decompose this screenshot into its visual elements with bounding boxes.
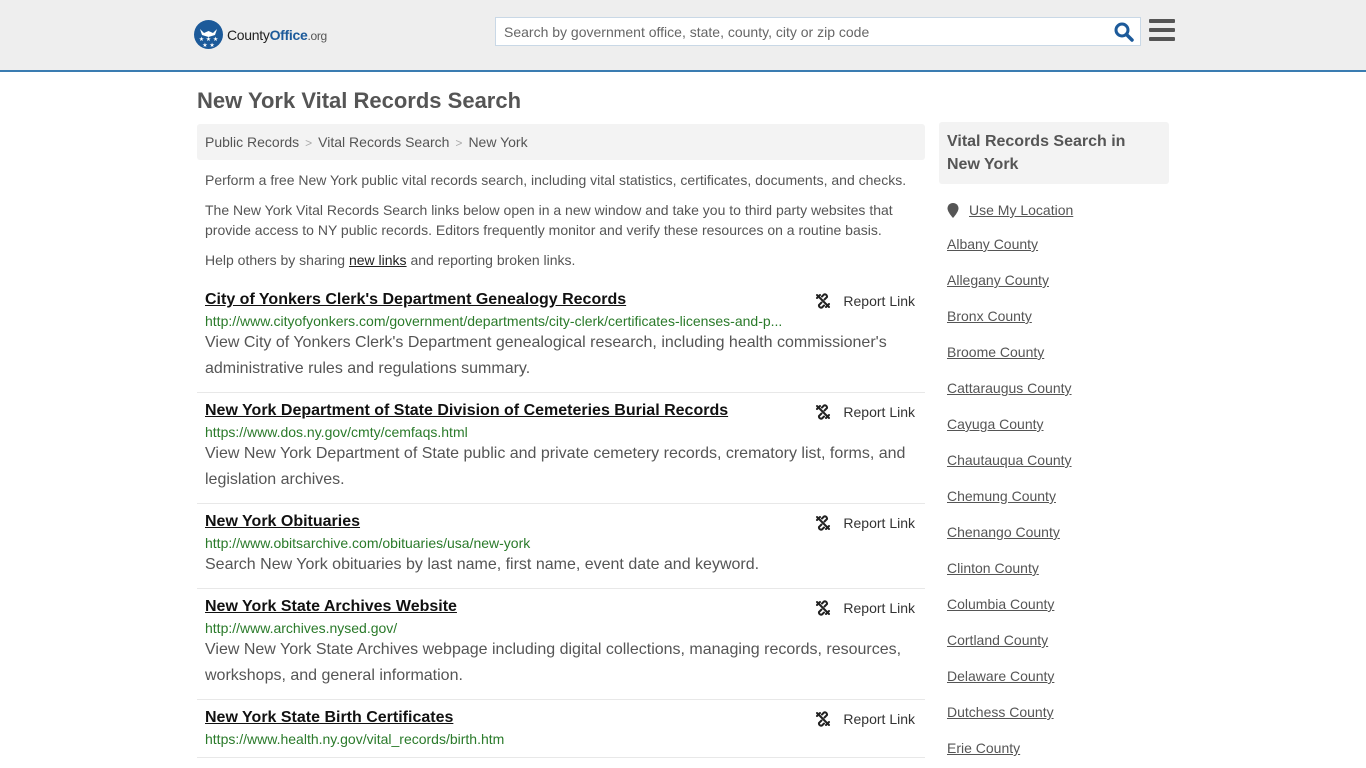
broken-link-icon xyxy=(816,515,831,531)
county-list-item: Albany County xyxy=(947,226,1169,262)
result-title-link[interactable]: New York State Archives Website xyxy=(205,598,457,616)
sidebar: Vital Records Search in New York Use My … xyxy=(939,122,1169,766)
broken-link-icon xyxy=(816,600,831,616)
result-title-link[interactable]: New York State Birth Certificates xyxy=(205,709,453,727)
report-link-button[interactable]: Report Link xyxy=(815,293,915,309)
result-url: http://www.cityofyonkers.com/government/… xyxy=(205,313,783,329)
svg-text:★ ★ ★: ★ ★ ★ xyxy=(199,36,218,43)
results-list: City of Yonkers Clerk's Department Genea… xyxy=(197,282,925,758)
result-item: New York Department of State Division of… xyxy=(197,393,925,504)
site-header: ★ ★ ★ ★ ★ CountyOffice.org xyxy=(0,0,1366,72)
report-link-button[interactable]: Report Link xyxy=(815,404,915,420)
result-description: View New York Department of State public… xyxy=(205,445,906,488)
county-link[interactable]: Albany County xyxy=(947,236,1038,252)
county-link[interactable]: Broome County xyxy=(947,344,1044,360)
county-link[interactable]: Cattaraugus County xyxy=(947,380,1072,396)
county-list-item: Cattaraugus County xyxy=(947,370,1169,406)
result-description: Search New York obituaries by last name,… xyxy=(205,556,760,573)
broken-link-icon xyxy=(816,404,831,420)
breadcrumb-separator-icon: > xyxy=(305,136,313,150)
county-list-item: Cortland County xyxy=(947,622,1169,658)
county-link[interactable]: Delaware County xyxy=(947,668,1054,684)
county-link[interactable]: Chemung County xyxy=(947,488,1056,504)
county-list-item: Delaware County xyxy=(947,658,1169,694)
breadcrumb-separator-icon: > xyxy=(455,136,463,150)
result-item: City of Yonkers Clerk's Department Genea… xyxy=(197,282,925,393)
result-item: New York State Birth Certificates Report … xyxy=(197,700,925,758)
use-my-location-link[interactable]: Use My Location xyxy=(969,202,1073,218)
result-description: View New York State Archives webpage inc… xyxy=(205,641,902,684)
logo-text: CountyOffice.org xyxy=(227,26,327,43)
intro-paragraph-3: Help others by sharing new links and rep… xyxy=(205,252,576,268)
report-link-button[interactable]: Report Link xyxy=(815,711,915,727)
county-link[interactable]: Chenango County xyxy=(947,524,1060,540)
svg-text:★ ★: ★ ★ xyxy=(202,42,214,49)
intro-paragraph-1: Perform a free New York public vital rec… xyxy=(205,172,907,188)
report-link-button[interactable]: Report Link xyxy=(815,515,915,531)
use-location: Use My Location xyxy=(939,202,1169,218)
county-link[interactable]: Chautauqua County xyxy=(947,452,1072,468)
county-list-item: Erie County xyxy=(947,730,1169,766)
county-link[interactable]: Clinton County xyxy=(947,560,1039,576)
result-url: http://www.obitsarchive.com/obituaries/u… xyxy=(205,535,531,551)
result-item: New York State Archives Website Report Li… xyxy=(197,589,925,700)
county-list-item: Clinton County xyxy=(947,550,1169,586)
hamburger-menu-icon[interactable] xyxy=(1149,19,1175,43)
search-input[interactable] xyxy=(496,18,1096,45)
result-item: New York Obituaries Report Link http://www… xyxy=(197,504,925,589)
breadcrumb-public-records[interactable]: Public Records xyxy=(205,134,299,150)
result-title-link[interactable]: New York Department of State Division of… xyxy=(205,402,728,420)
result-url: https://www.dos.ny.gov/cmty/cemfaqs.html xyxy=(205,424,468,440)
result-description: View City of Yonkers Clerk's Department … xyxy=(205,334,887,377)
county-link[interactable]: Cayuga County xyxy=(947,416,1044,432)
new-links-link[interactable]: new links xyxy=(349,252,407,268)
result-url: http://www.archives.nysed.gov/ xyxy=(205,620,398,636)
county-list-item: Chenango County xyxy=(947,514,1169,550)
sidebar-heading: Vital Records Search in New York xyxy=(939,122,1169,184)
breadcrumb-vital-records-search[interactable]: Vital Records Search xyxy=(318,134,449,150)
broken-link-icon xyxy=(816,711,831,727)
result-title-link[interactable]: City of Yonkers Clerk's Department Genea… xyxy=(205,291,626,309)
search-icon[interactable] xyxy=(1114,22,1134,42)
county-list-item: Cayuga County xyxy=(947,406,1169,442)
county-list-item: Columbia County xyxy=(947,586,1169,622)
result-title-link[interactable]: New York Obituaries xyxy=(205,513,360,531)
broken-link-icon xyxy=(816,293,831,309)
page-title: New York Vital Records Search xyxy=(197,88,522,113)
intro-paragraph-2: The New York Vital Records Search links … xyxy=(205,202,893,238)
eagle-stars-logo-icon: ★ ★ ★ ★ ★ xyxy=(194,20,223,49)
result-url: https://www.health.ny.gov/vital_records/… xyxy=(205,731,505,747)
county-link[interactable]: Dutchess County xyxy=(947,704,1054,720)
site-logo[interactable]: ★ ★ ★ ★ ★ CountyOffice.org xyxy=(194,20,327,49)
county-link[interactable]: Cortland County xyxy=(947,632,1048,648)
county-list-item: Broome County xyxy=(947,334,1169,370)
county-list-item: Chautauqua County xyxy=(947,442,1169,478)
county-link[interactable]: Columbia County xyxy=(947,596,1054,612)
county-list: Albany County Allegany County Bronx County… xyxy=(939,226,1169,766)
report-link-button[interactable]: Report Link xyxy=(815,600,915,616)
breadcrumb-new-york[interactable]: New York xyxy=(468,134,527,150)
county-list-item: Dutchess County xyxy=(947,694,1169,730)
search-bar xyxy=(495,17,1141,46)
county-link[interactable]: Bronx County xyxy=(947,308,1032,324)
county-link[interactable]: Allegany County xyxy=(947,272,1049,288)
map-pin-icon xyxy=(947,202,959,218)
breadcrumb: Public Records > Vital Records Search > New … xyxy=(197,124,925,160)
county-link[interactable]: Erie County xyxy=(947,740,1020,756)
county-list-item: Bronx County xyxy=(947,298,1169,334)
county-list-item: Allegany County xyxy=(947,262,1169,298)
county-list-item: Chemung County xyxy=(947,478,1169,514)
